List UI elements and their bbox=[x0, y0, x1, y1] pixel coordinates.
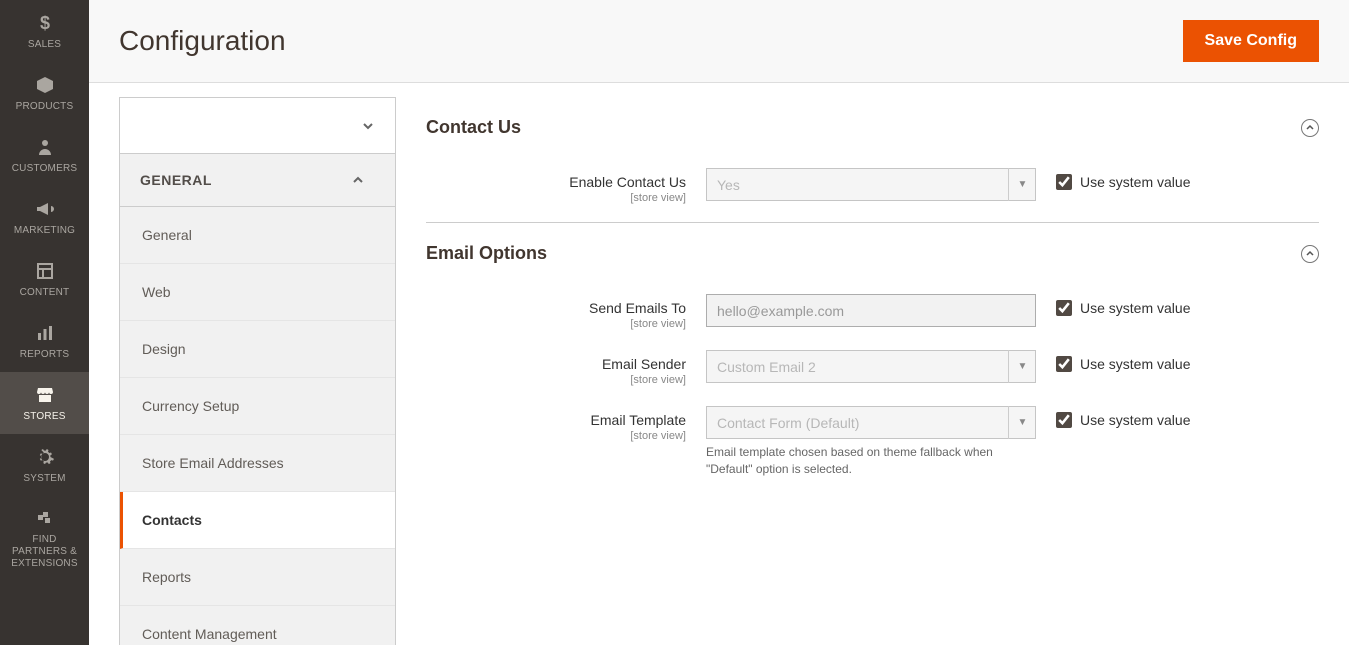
field-label-text: Enable Contact Us bbox=[569, 174, 686, 190]
config-group-general: GENERAL General Web Design Currency Setu… bbox=[119, 154, 396, 645]
page-header: Configuration Save Config bbox=[89, 0, 1349, 83]
gear-icon bbox=[35, 445, 55, 469]
content-area: GENERAL General Web Design Currency Setu… bbox=[89, 83, 1349, 645]
field-label: Email Sender [store view] bbox=[426, 350, 706, 386]
email-template-select[interactable]: Contact Form (Default) bbox=[706, 406, 1036, 439]
fieldset-contact-us: Contact Us Enable Contact Us [store view… bbox=[426, 107, 1319, 223]
config-nav-item-design[interactable]: Design bbox=[120, 321, 395, 378]
sidebar-item-label: MARKETING bbox=[14, 225, 75, 237]
sidebar-item-marketing[interactable]: MARKETING bbox=[0, 186, 89, 248]
sidebar-item-label: REPORTS bbox=[20, 349, 70, 361]
use-system-value-checkbox[interactable] bbox=[1056, 174, 1072, 190]
field-label: Send Emails To [store view] bbox=[426, 294, 706, 330]
config-nav-item-store-email-addresses[interactable]: Store Email Addresses bbox=[120, 435, 395, 492]
sidebar-item-sales[interactable]: $ SALES bbox=[0, 0, 89, 62]
config-form: Contact Us Enable Contact Us [store view… bbox=[396, 83, 1349, 645]
box-icon bbox=[35, 73, 55, 97]
field-email-template: Email Template [store view] Contact Form… bbox=[426, 406, 1319, 478]
config-nav-item-currency-setup[interactable]: Currency Setup bbox=[120, 378, 395, 435]
store-icon bbox=[35, 383, 55, 407]
field-control: Contact Form (Default) ▼ Email template … bbox=[706, 406, 1056, 478]
field-use-system: Use system value bbox=[1056, 294, 1190, 316]
field-use-system: Use system value bbox=[1056, 406, 1190, 428]
sidebar-item-stores[interactable]: STORES bbox=[0, 372, 89, 434]
enable-contact-us-select[interactable]: Yes bbox=[706, 168, 1036, 201]
sidebar-item-label: SALES bbox=[28, 39, 61, 51]
fieldset-header[interactable]: Contact Us bbox=[426, 107, 1319, 148]
field-control: Custom Email 2 ▼ bbox=[706, 350, 1056, 383]
sidebar-item-label: CUSTOMERS bbox=[12, 163, 78, 175]
config-nav: GENERAL General Web Design Currency Setu… bbox=[119, 97, 396, 645]
chevron-down-icon bbox=[361, 119, 375, 133]
use-system-value-label: Use system value bbox=[1080, 356, 1190, 372]
field-use-system: Use system value bbox=[1056, 350, 1190, 372]
collapse-up-icon bbox=[1301, 245, 1319, 263]
field-email-sender: Email Sender [store view] Custom Email 2… bbox=[426, 350, 1319, 386]
sidebar-item-customers[interactable]: CUSTOMERS bbox=[0, 124, 89, 186]
field-note: Email template chosen based on theme fal… bbox=[706, 444, 1036, 478]
config-nav-item-reports[interactable]: Reports bbox=[120, 549, 395, 606]
use-system-value-label: Use system value bbox=[1080, 300, 1190, 316]
email-sender-select[interactable]: Custom Email 2 bbox=[706, 350, 1036, 383]
config-group-items: General Web Design Currency Setup Store … bbox=[119, 207, 396, 645]
main-area: Configuration Save Config GENERAL Genera… bbox=[89, 0, 1349, 645]
bars-icon bbox=[35, 321, 55, 345]
sidebar-item-label: PRODUCTS bbox=[16, 101, 74, 113]
sidebar-item-label: STORES bbox=[23, 411, 65, 423]
config-group-header[interactable]: GENERAL bbox=[119, 154, 396, 207]
sidebar-item-content[interactable]: CONTENT bbox=[0, 248, 89, 310]
field-scope: [store view] bbox=[426, 318, 686, 330]
field-enable-contact-us: Enable Contact Us [store view] Yes ▼ bbox=[426, 168, 1319, 204]
field-label-text: Email Sender bbox=[602, 356, 686, 372]
sidebar-item-label: CONTENT bbox=[20, 287, 70, 299]
field-send-emails-to: Send Emails To [store view] Use system v… bbox=[426, 294, 1319, 330]
save-config-button[interactable]: Save Config bbox=[1183, 20, 1319, 62]
config-nav-item-content-management[interactable]: Content Management bbox=[120, 606, 395, 645]
field-label-text: Send Emails To bbox=[589, 300, 686, 316]
scope-switcher[interactable] bbox=[119, 97, 396, 154]
field-control bbox=[706, 294, 1056, 327]
use-system-value-checkbox[interactable] bbox=[1056, 300, 1072, 316]
sidebar-item-partners[interactable]: FIND PARTNERS & EXTENSIONS bbox=[0, 496, 89, 580]
fieldset-header[interactable]: Email Options bbox=[426, 233, 1319, 274]
send-emails-to-input[interactable] bbox=[706, 294, 1036, 327]
config-nav-item-general[interactable]: General bbox=[120, 207, 395, 264]
field-scope: [store view] bbox=[426, 192, 686, 204]
svg-text:$: $ bbox=[39, 13, 49, 33]
sidebar-item-reports[interactable]: REPORTS bbox=[0, 310, 89, 372]
field-scope: [store view] bbox=[426, 374, 686, 386]
config-nav-item-contacts[interactable]: Contacts bbox=[120, 492, 395, 549]
use-system-value-checkbox[interactable] bbox=[1056, 412, 1072, 428]
field-label: Enable Contact Us [store view] bbox=[426, 168, 706, 204]
collapse-up-icon bbox=[1301, 119, 1319, 137]
field-scope: [store view] bbox=[426, 430, 686, 442]
sidebar-item-products[interactable]: PRODUCTS bbox=[0, 62, 89, 124]
config-nav-item-web[interactable]: Web bbox=[120, 264, 395, 321]
partners-icon bbox=[35, 506, 55, 530]
fieldset-body: Enable Contact Us [store view] Yes ▼ bbox=[426, 148, 1319, 223]
fieldset-title: Contact Us bbox=[426, 117, 521, 138]
field-use-system: Use system value bbox=[1056, 168, 1190, 190]
admin-sidebar: $ SALES PRODUCTS CUSTOMERS MARKETING CON… bbox=[0, 0, 89, 645]
config-group-label: GENERAL bbox=[140, 172, 212, 188]
field-control: Yes ▼ bbox=[706, 168, 1056, 201]
field-label: Email Template [store view] bbox=[426, 406, 706, 442]
page-title: Configuration bbox=[119, 25, 286, 57]
field-label-text: Email Template bbox=[591, 412, 686, 428]
fieldset-title: Email Options bbox=[426, 243, 547, 264]
dollar-icon: $ bbox=[35, 11, 55, 35]
sidebar-item-label: SYSTEM bbox=[23, 473, 65, 485]
use-system-value-label: Use system value bbox=[1080, 174, 1190, 190]
fieldset-email-options: Email Options Send Emails To [store view… bbox=[426, 233, 1319, 496]
megaphone-icon bbox=[35, 197, 55, 221]
sidebar-item-label: FIND PARTNERS & EXTENSIONS bbox=[4, 534, 85, 570]
layout-icon bbox=[35, 259, 55, 283]
fieldset-body: Send Emails To [store view] Use system v… bbox=[426, 274, 1319, 496]
chevron-up-icon bbox=[351, 173, 365, 187]
use-system-value-checkbox[interactable] bbox=[1056, 356, 1072, 372]
person-icon bbox=[35, 135, 55, 159]
use-system-value-label: Use system value bbox=[1080, 412, 1190, 428]
sidebar-item-system[interactable]: SYSTEM bbox=[0, 434, 89, 496]
